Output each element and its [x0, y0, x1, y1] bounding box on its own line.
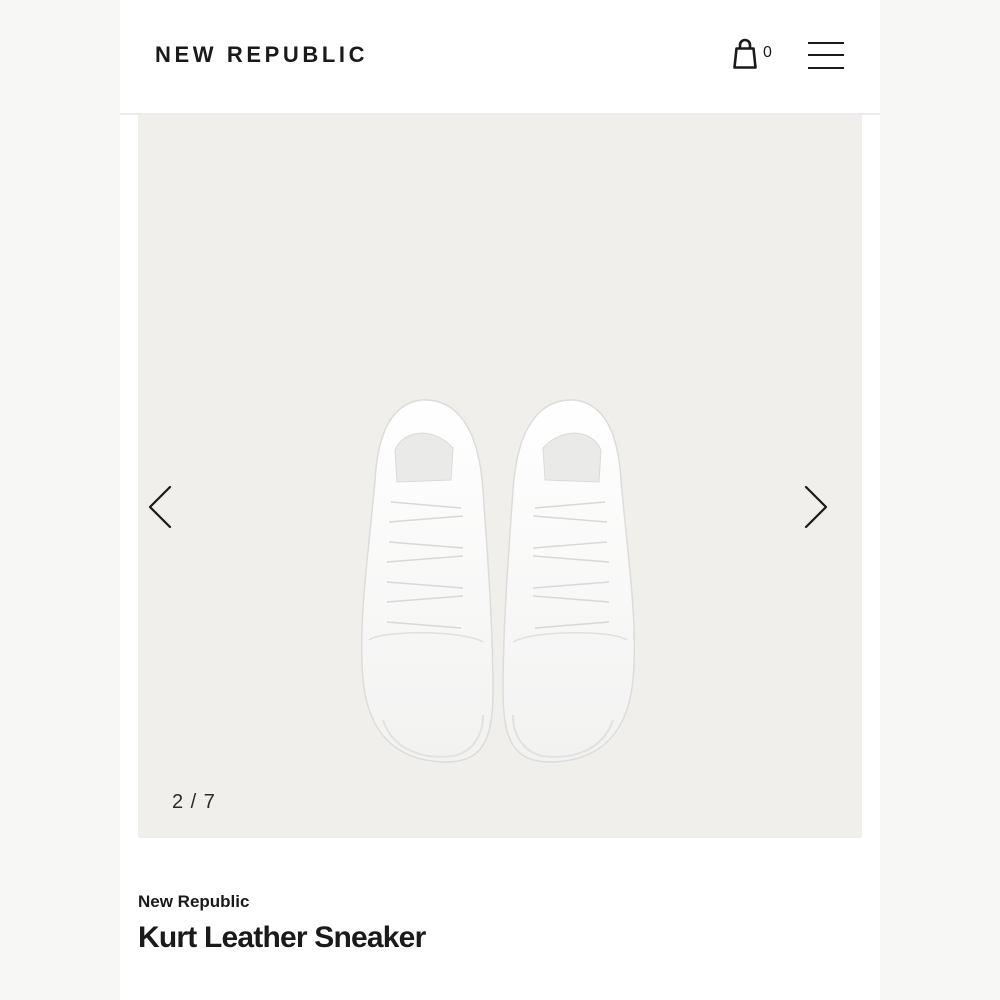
white-leather-sneakers-photo — [360, 399, 636, 763]
brand-logo[interactable]: NEW REPUBLIC — [155, 42, 368, 68]
image-counter: 2 / 7 — [172, 791, 216, 813]
hamburger-menu-icon[interactable] — [808, 40, 846, 70]
cart-count: 0 — [763, 44, 772, 61]
site-header: NEW REPUBLIC 0 — [120, 0, 880, 115]
product-page: NEW REPUBLIC 0 2 / 7 New Republic Kurt L… — [120, 0, 880, 1000]
cart-button[interactable]: 0 — [732, 38, 778, 72]
shopping-bag-icon — [733, 38, 757, 69]
chevron-right-icon[interactable] — [802, 485, 832, 529]
product-title: Kurt Leather Sneaker — [138, 921, 426, 954]
product-image-gallery[interactable]: 2 / 7 — [138, 115, 862, 838]
chevron-left-icon[interactable] — [144, 485, 174, 529]
product-brand[interactable]: New Republic — [138, 892, 249, 912]
